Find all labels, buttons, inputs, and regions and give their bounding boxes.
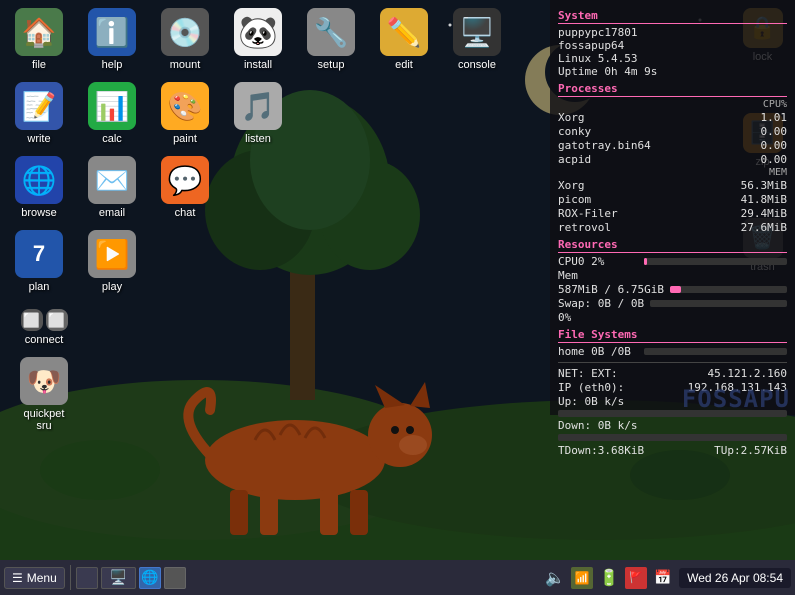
sysmon-proc-conky: conky0.00: [558, 125, 787, 138]
icon-listen[interactable]: 🎵 listen: [224, 79, 292, 148]
sysmon-down: Down: 0B k/s: [558, 419, 787, 432]
tray-network-icon[interactable]: 📶: [571, 567, 593, 589]
tray-calendar-icon[interactable]: 📅: [652, 567, 674, 589]
sysmon-swap-pct: 0%: [558, 311, 787, 324]
tray-clock: Wed 26 Apr 08:54: [679, 568, 791, 588]
taskbar-tray: 🔈 📶 🔋 🚩 📅 Wed 26 Apr 08:54: [544, 567, 791, 589]
taskbar-sep-1: [70, 565, 71, 590]
sysmon-mem-label: Mem: [558, 269, 787, 282]
icon-console[interactable]: 🖥️ console: [443, 5, 511, 74]
sysmon-mem-xorg: Xorg56.3MiB: [558, 179, 787, 192]
icon-play[interactable]: ▶️ play: [78, 227, 146, 296]
icon-connect[interactable]: ⬜ ⬜ connect: [5, 306, 83, 349]
sysmon-down-bar: [558, 434, 787, 441]
menu-button[interactable]: ☰ ☰ Menu Menu: [4, 567, 65, 589]
sysmon-processes-title: Processes: [558, 82, 787, 97]
icon-row-3: 🌐 browse ✉️ email 💬 chat: [5, 153, 511, 222]
sysmon-mem-bar: [670, 286, 681, 293]
system-monitor-panel: System puppypc17801 fossapup64 Linux 5.4…: [550, 0, 795, 415]
icon-browse[interactable]: 🌐 browse: [5, 153, 73, 222]
icon-mount[interactable]: 💿 mount: [151, 5, 219, 74]
sysmon-uptime: Uptime 0h 4m 9s: [558, 65, 787, 78]
taskbar-window-1[interactable]: [76, 567, 98, 589]
sysmon-cpu0-bar: [644, 258, 647, 265]
icon-paint[interactable]: 🎨 paint: [151, 79, 219, 148]
icon-email[interactable]: ✉️ email: [78, 153, 146, 222]
sysmon-fs-title: File Systems: [558, 328, 787, 343]
sysmon-home-row: home 0B /0B: [558, 345, 787, 358]
menu-icon: ☰: [12, 571, 23, 585]
icon-edit[interactable]: ✏️ edit: [370, 5, 438, 74]
sysmon-cpu0-row: CPU0 2%: [558, 255, 787, 268]
sysmon-proc-acpid: acpid0.00: [558, 153, 787, 166]
icon-row-1: 🏠 file ℹ️ help 💿 mount 🐼 install 🔧 setup…: [5, 5, 511, 74]
icon-row-4: 7 plan ▶️ play: [5, 227, 511, 296]
sysmon-system-title: System: [558, 9, 787, 24]
desktop: 🏠 file ℹ️ help 💿 mount 🐼 install 🔧 setup…: [0, 0, 795, 560]
sysmon-mem-rox: ROX-Filer29.4MiB: [558, 207, 787, 220]
icon-install[interactable]: 🐼 install: [224, 5, 292, 74]
tray-flag-icon[interactable]: 🚩: [625, 567, 647, 589]
sysmon-net-ext: NET: EXT: 45.121.2.160: [558, 367, 787, 380]
sysmon-proc-xorg: Xorg1.01: [558, 111, 787, 124]
taskbar-window-4[interactable]: [164, 567, 186, 589]
taskbar-window-2[interactable]: 🖥️: [101, 567, 136, 589]
sysmon-mem-retrovol: retrovol27.6MiB: [558, 221, 787, 234]
icon-row-6: 🐶 quickpet sru: [5, 354, 511, 435]
sysmon-mem-picom: picom41.8MiB: [558, 193, 787, 206]
icon-plan[interactable]: 7 plan: [5, 227, 73, 296]
sysmon-proc-gatotray: gatotray.bin640.00: [558, 139, 787, 152]
icon-write[interactable]: 📝 write: [5, 79, 73, 148]
icon-row-5: ⬜ ⬜ connect: [5, 306, 511, 349]
fossapu-watermark: FOSSAPU: [682, 385, 790, 413]
icon-row-2: 📝 write 📊 calc 🎨 paint 🎵 listen: [5, 79, 511, 148]
sysmon-cpu-header: CPU%: [558, 99, 787, 110]
sysmon-hostname: puppypc17801: [558, 26, 787, 39]
icon-file[interactable]: 🏠 file: [5, 5, 73, 74]
icon-calc[interactable]: 📊 calc: [78, 79, 146, 148]
tray-power-icon[interactable]: 🔋: [598, 567, 620, 589]
sysmon-mem-header: MEM: [558, 167, 787, 178]
sysmon-transfer: TDown:3.68KiB TUp:2.57KiB: [558, 444, 787, 457]
icon-quickpet[interactable]: 🐶 quickpet sru: [5, 354, 83, 435]
sysmon-mem-row: 587MiB / 6.75GiB: [558, 283, 787, 296]
sysmon-swap-row: Swap: 0B / 0B: [558, 297, 787, 310]
icon-chat[interactable]: 💬 chat: [151, 153, 219, 222]
sysmon-distro: fossapup64: [558, 39, 787, 52]
desktop-icons: 🏠 file ℹ️ help 💿 mount 🐼 install 🔧 setup…: [5, 5, 511, 435]
icon-help[interactable]: ℹ️ help: [78, 5, 146, 74]
sysmon-kernel: Linux 5.4.53: [558, 52, 787, 65]
taskbar-window-3[interactable]: 🌐: [139, 567, 161, 589]
icon-setup[interactable]: 🔧 setup: [297, 5, 365, 74]
tray-audio-icon[interactable]: 🔈: [544, 567, 566, 589]
taskbar: ☰ ☰ Menu Menu 🖥️ 🌐 🔈 📶 🔋 🚩 📅 Wed 26 Apr …: [0, 560, 795, 595]
sysmon-resources-title: Resources: [558, 238, 787, 253]
